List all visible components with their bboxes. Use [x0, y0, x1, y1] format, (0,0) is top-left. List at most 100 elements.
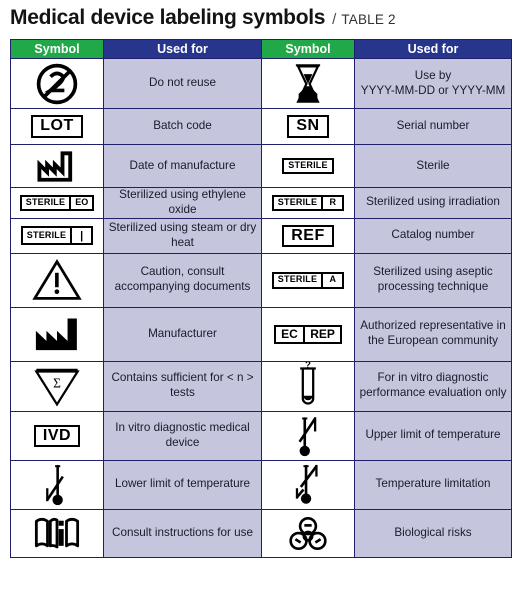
sterile-steam-box-icon: STERILE |: [11, 226, 103, 246]
document-page: Medical device labeling symbols / TABLE …: [0, 0, 521, 601]
symbol-cell: [10, 508, 104, 558]
ec-rep-ec-label: EC: [281, 326, 298, 341]
table-body: Do not reuse Use by YYYY-MM-DD or YYYY-MM: [10, 58, 512, 558]
symbol-cell: [10, 144, 104, 188]
sterile-a-box-icon: STERILE A: [262, 271, 354, 289]
table-header: Symbol Used for Symbol Used for: [10, 39, 512, 59]
header-usedfor-left: Used for: [103, 39, 262, 59]
usedfor-cell: Authorized representative in the Europea…: [354, 306, 512, 362]
title-table-number: TABLE 2: [341, 12, 396, 27]
ec-rep-rep-label: REP: [310, 326, 335, 341]
table-row: STERILE EO Sterilized using ethylene oxi…: [10, 187, 512, 219]
instructions-booklet-icon: [11, 513, 103, 553]
table-row: Σ Contains sufficient for < n > tests ?: [10, 360, 512, 412]
symbol-cell: [261, 459, 355, 510]
usedfor-cell: Lower limit of temperature: [103, 459, 262, 510]
sterile-r-frame: STERILE R: [271, 194, 345, 212]
symbol-cell: LOT: [10, 108, 104, 145]
symbol-cell: [261, 508, 355, 558]
usedfor-cell: Temperature limitation: [354, 459, 512, 510]
symbol-cell: STERILE: [261, 144, 355, 188]
symbol-cell: [261, 410, 355, 461]
usedfor-cell: Upper limit of temperature: [354, 410, 512, 461]
symbol-cell: [10, 58, 104, 109]
table-row: IVD In vitro diagnostic medical device U…: [10, 410, 512, 461]
table-row: Date of manufacture STERILE Sterile: [10, 144, 512, 188]
ivd-box-label: IVD: [33, 424, 81, 448]
sterile-a-word: STERILE: [277, 274, 318, 285]
symbol-cell: Σ: [10, 360, 104, 412]
sterile-r-box-icon: STERILE R: [262, 194, 354, 212]
ec-rep-box-icon: EC REP: [262, 324, 354, 345]
symbol-cell: STERILE R: [261, 187, 355, 219]
biohazard-icon: [262, 513, 354, 553]
do-not-reuse-icon: [11, 61, 103, 107]
symbol-cell: [10, 252, 104, 308]
table-row: Lower limit of temperature Temperature l…: [10, 459, 512, 510]
ref-box-icon: REF: [262, 224, 354, 248]
symbol-cell: [261, 58, 355, 109]
usedfor-cell: Caution, consult accompanying documents: [103, 252, 262, 308]
sterile-eo-frame: STERILE EO: [19, 194, 95, 212]
title-separator: /: [332, 11, 337, 28]
table-row: STERILE | Sterilized using steam or dry …: [10, 217, 512, 254]
lot-box-icon: LOT: [11, 115, 103, 138]
sterile-box-icon: STERILE: [262, 157, 354, 175]
sterile-steam-suffix: |: [80, 229, 84, 242]
sterile-eo-word: STERILE: [25, 197, 66, 208]
usedfor-cell: Sterilized using irradiation: [354, 187, 512, 219]
symbol-cell: SN: [261, 108, 355, 145]
symbol-cell: [10, 459, 104, 510]
usedfor-cell: Biological risks: [354, 508, 512, 558]
usedfor-cell: In vitro diagnostic medical device: [103, 410, 262, 461]
usedfor-cell: Catalog number: [354, 217, 512, 254]
symbol-cell: ?: [261, 360, 355, 412]
ivd-box-icon: IVD: [11, 424, 103, 448]
caution-triangle-icon: [11, 258, 103, 302]
table-row: Do not reuse Use by YYYY-MM-DD or YYYY-MM: [10, 58, 512, 109]
thermometer-upper-limit-icon: [262, 412, 354, 460]
usedfor-cell: Serial number: [354, 108, 512, 145]
symbol-cell: IVD: [10, 410, 104, 461]
hourglass-use-by-icon: [262, 62, 354, 106]
usedfor-cell: Batch code: [103, 108, 262, 145]
table-row: Caution, consult accompanying documents …: [10, 252, 512, 308]
sterile-box-frame: STERILE: [282, 157, 334, 175]
table-row: LOT Batch code SN Serial number: [10, 108, 512, 145]
factory-date-of-manufacture-icon: [11, 150, 103, 182]
symbols-table-container: Symbol Used for Symbol Used for Do not r…: [10, 39, 512, 558]
svg-text:Σ: Σ: [53, 376, 61, 391]
usedfor-cell: Date of manufacture: [103, 144, 262, 188]
sterile-eo-suffix: EO: [75, 197, 89, 208]
thermometer-range-icon: [262, 461, 354, 509]
sterile-a-suffix: A: [329, 274, 336, 285]
thermometer-lower-limit-icon: [11, 461, 103, 509]
sterile-a-frame: STERILE A: [271, 271, 345, 289]
usedfor-cell: For in vitro diagnostic performance eval…: [354, 360, 512, 412]
page-title: Medical device labeling symbols / TABLE …: [0, 0, 521, 36]
lot-box-label: LOT: [31, 115, 83, 138]
usedfor-cell: Manufacturer: [103, 306, 262, 362]
sn-box-label: SN: [287, 115, 329, 138]
usedfor-cell: Sterilized using steam or dry heat: [103, 217, 262, 254]
symbol-cell: STERILE |: [10, 217, 104, 254]
usedfor-cell: Sterilized using ethylene oxide: [103, 187, 262, 219]
symbol-cell: STERILE EO: [10, 187, 104, 219]
sterile-box-label: STERILE: [288, 160, 328, 171]
usedfor-cell: Do not reuse: [103, 58, 262, 109]
svg-text:?: ?: [305, 362, 311, 371]
sterile-steam-frame: STERILE |: [20, 226, 94, 246]
header-symbol-left: Symbol: [10, 39, 104, 59]
usedfor-cell: Consult instructions for use: [103, 508, 262, 558]
factory-manufacturer-icon: [11, 316, 103, 352]
sterile-r-word: STERILE: [277, 197, 318, 208]
table-row: Consult instructions for use Biological …: [10, 508, 512, 558]
sn-box-icon: SN: [262, 115, 354, 138]
symbol-cell: REF: [261, 217, 355, 254]
table-header-row: Symbol Used for Symbol Used for: [10, 39, 512, 59]
header-symbol-right: Symbol: [261, 39, 355, 59]
symbol-cell: [10, 306, 104, 362]
symbol-cell: EC REP: [261, 306, 355, 362]
usedfor-cell: Contains sufficient for < n > tests: [103, 360, 262, 412]
sterile-eo-box-icon: STERILE EO: [11, 194, 103, 212]
